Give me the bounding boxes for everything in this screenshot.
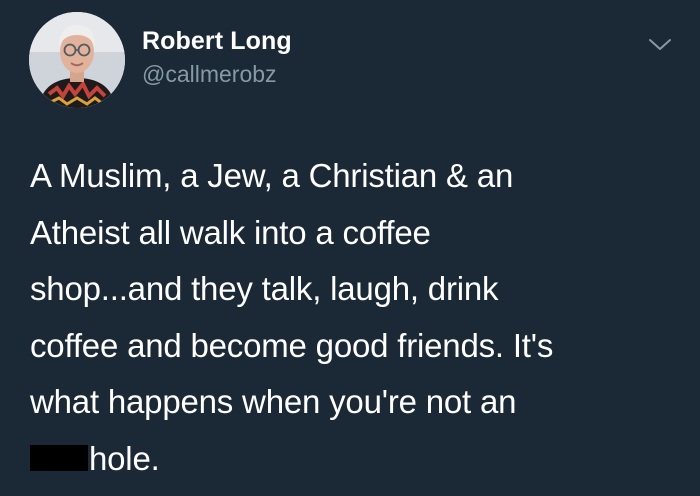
user-handle[interactable]: @callmerobz	[142, 60, 277, 88]
tweet-text: A Muslim, a Jew, a Christian & an Atheis…	[30, 148, 690, 488]
chevron-down-icon[interactable]	[647, 34, 673, 54]
avatar[interactable]	[29, 12, 125, 108]
redaction-bar	[30, 444, 88, 471]
tweet-card: Robert Long @callmerobz A Muslim, a Jew,…	[0, 0, 700, 496]
avatar-image	[29, 12, 125, 108]
tweet-line: A Muslim, a Jew, a Christian & an	[30, 157, 514, 194]
tweet-line-end: hole.	[89, 439, 160, 477]
tweet-line: Atheist all walk into a coffee	[30, 213, 431, 251]
display-name[interactable]: Robert Long	[142, 26, 292, 56]
tweet-line: what happens when you're not an	[30, 383, 517, 421]
tweet-line: coffee and become good friends. It's	[30, 326, 554, 364]
tweet-line: shop...and they talk, laugh, drink	[30, 270, 499, 308]
tweet-line-last: hole.	[30, 431, 690, 488]
